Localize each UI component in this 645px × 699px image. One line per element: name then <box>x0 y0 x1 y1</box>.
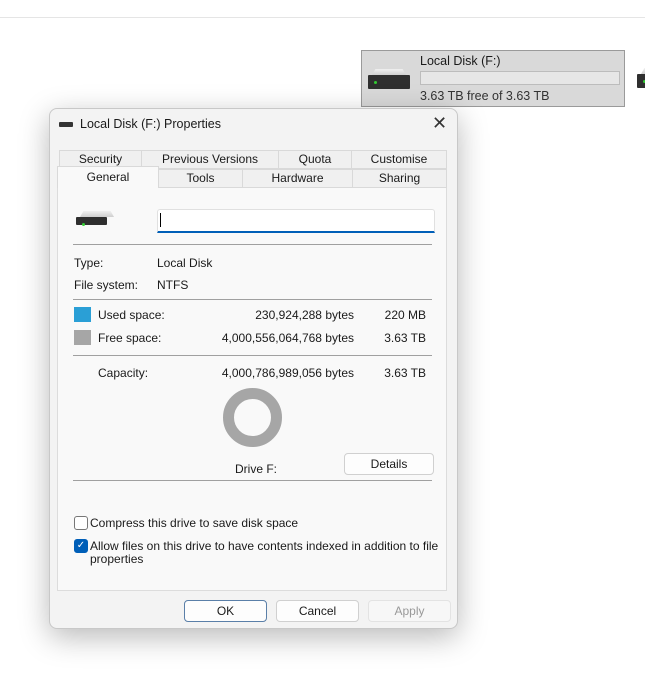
capacity-bytes: 4,000,786,989,056 bytes <box>221 366 354 380</box>
apply-button[interactable]: Apply <box>368 600 451 622</box>
close-icon[interactable]: ✕ <box>432 113 447 134</box>
dialog-title: Local Disk (F:) Properties <box>80 117 222 131</box>
free-space-size: 3.63 TB <box>384 331 426 345</box>
properties-dialog: Local Disk (F:) Properties ✕ Security Pr… <box>49 108 458 629</box>
drive-icon <box>59 122 73 127</box>
tab-customise[interactable]: Customise <box>351 150 447 169</box>
drive-tile-name: Local Disk (F:) <box>420 54 501 68</box>
details-button[interactable]: Details <box>344 453 434 475</box>
tab-quota[interactable]: Quota <box>278 150 352 169</box>
used-space-swatch <box>74 307 91 322</box>
drive-icon <box>76 217 107 226</box>
free-space-label: Free space: <box>98 331 162 345</box>
free-space-swatch <box>74 330 91 345</box>
used-space-label: Used space: <box>98 308 165 322</box>
tab-hardware[interactable]: Hardware <box>242 169 353 188</box>
used-space-bytes: 230,924,288 bytes <box>255 308 354 322</box>
drive-icon <box>637 74 645 88</box>
type-label: Type: <box>74 256 104 270</box>
text-cursor <box>160 213 161 227</box>
general-panel: Type: Local Disk File system: NTFS Used … <box>57 188 447 591</box>
tab-previous-versions[interactable]: Previous Versions <box>141 150 279 169</box>
volume-label-input[interactable] <box>157 209 435 233</box>
divider <box>0 17 645 18</box>
drive-tile-f[interactable]: Local Disk (F:) 3.63 TB free of 3.63 TB <box>361 50 625 107</box>
compress-label: Compress this drive to save disk space <box>90 516 299 530</box>
drive-caption: Drive F: <box>235 462 277 476</box>
drive-usage-bar <box>420 71 620 85</box>
index-label-cont: properties <box>90 552 144 566</box>
ok-button[interactable]: OK <box>184 600 267 622</box>
index-checkbox[interactable]: ✓ <box>74 539 88 553</box>
index-label: Allow files on this drive to have conten… <box>90 539 439 553</box>
capacity-label: Capacity: <box>98 366 149 380</box>
tab-sharing[interactable]: Sharing <box>352 169 447 188</box>
type-value: Local Disk <box>157 256 213 270</box>
cancel-button[interactable]: Cancel <box>276 600 359 622</box>
tab-tools[interactable]: Tools <box>158 169 243 188</box>
free-space-bytes: 4,000,556,064,768 bytes <box>221 331 354 345</box>
file-system-value: NTFS <box>157 278 189 292</box>
file-system-label: File system: <box>74 278 139 292</box>
compress-checkbox[interactable] <box>74 516 88 530</box>
tab-general[interactable]: General <box>57 166 159 189</box>
usage-donut-chart <box>223 388 282 447</box>
used-space-size: 220 MB <box>384 308 426 322</box>
capacity-size: 3.63 TB <box>384 366 426 380</box>
drive-icon <box>368 75 410 89</box>
drive-tile-free: 3.63 TB free of 3.63 TB <box>420 89 550 103</box>
